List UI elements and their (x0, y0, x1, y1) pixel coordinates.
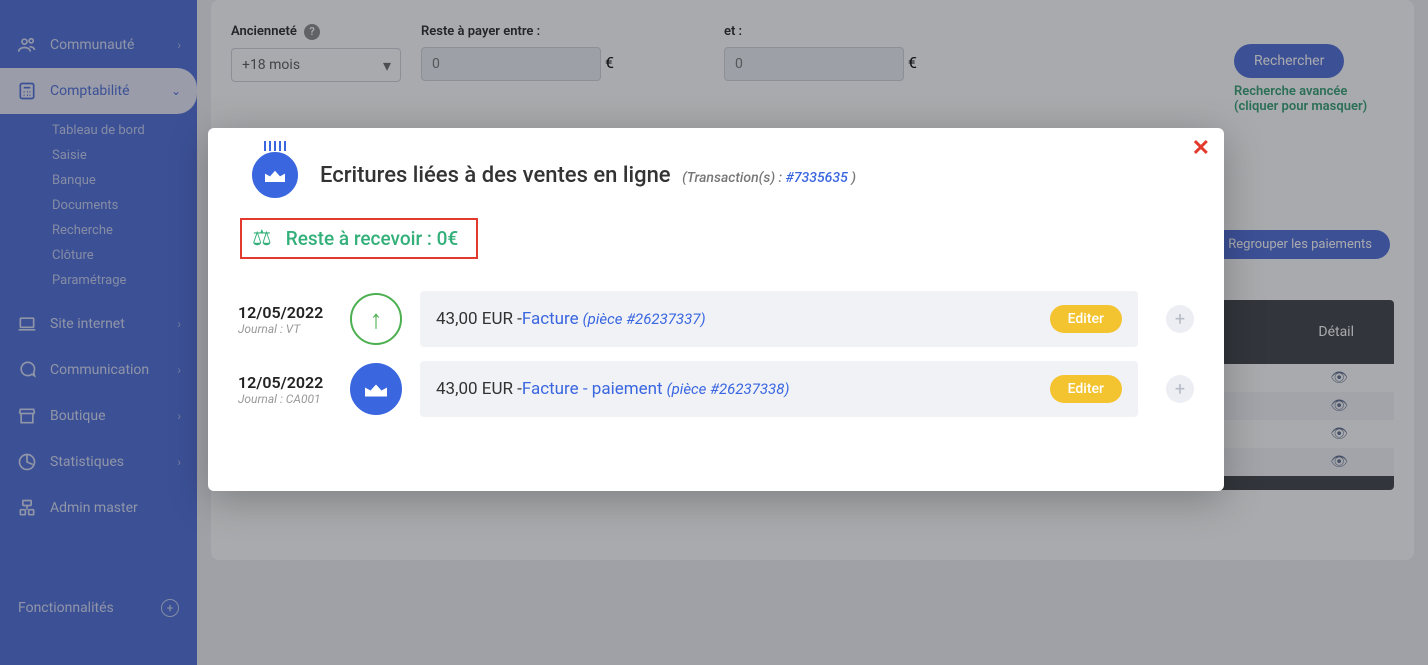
arrow-up-icon: ↑ (350, 293, 402, 345)
sub-prefix: (Transaction(s) : (682, 170, 786, 186)
entry-body: 43,00 EUR - Facture (pièce #26237337) Ed… (420, 291, 1138, 347)
entry-amount: 43,00 EUR - (436, 309, 522, 329)
entry-journal: Journal : VT (238, 322, 332, 336)
entry-body: 43,00 EUR - Facture - paiement (pièce #2… (420, 361, 1138, 417)
modal-header: Ecritures liées à des ventes en ligne (T… (238, 152, 1194, 198)
scale-icon: ⚖ (252, 226, 272, 251)
entry-date: 12/05/2022 (238, 373, 332, 392)
entry-journal: Journal : CA001 (238, 392, 332, 406)
entry-row: 12/05/2022 Journal : VT ↑ 43,00 EUR - Fa… (238, 291, 1194, 347)
expand-icon[interactable]: + (1166, 305, 1194, 333)
entry-piece[interactable]: (pièce #26237337) (583, 310, 706, 328)
entry-link[interactable]: Facture (522, 309, 579, 329)
crown-icon (350, 363, 402, 415)
entry-amount: 43,00 EUR - (436, 379, 522, 399)
edit-button[interactable]: Editer (1050, 375, 1122, 403)
entry-piece[interactable]: (pièce #26237338) (667, 380, 790, 398)
entry-link[interactable]: Facture - paiement (522, 379, 663, 399)
balance-text: Reste à recevoir : 0€ (286, 227, 458, 250)
entry-date: 12/05/2022 (238, 303, 332, 322)
entry-meta: 12/05/2022 Journal : VT (238, 303, 332, 336)
modal-subtitle: (Transaction(s) : #7335635 ) (682, 170, 856, 186)
edit-button[interactable]: Editer (1050, 305, 1122, 333)
sub-suffix: ) (848, 170, 856, 186)
balance-highlight: ⚖ Reste à recevoir : 0€ (240, 218, 478, 259)
expand-icon[interactable]: + (1166, 375, 1194, 403)
transactions-modal: ✕ Ecritures liées à des ventes en ligne … (208, 128, 1224, 491)
title-text: Ecritures liées à des ventes en ligne (320, 163, 671, 188)
modal-title: Ecritures liées à des ventes en ligne (T… (320, 163, 856, 188)
transaction-link[interactable]: #7335635 (786, 170, 848, 186)
entry-row: 12/05/2022 Journal : CA001 43,00 EUR - F… (238, 361, 1194, 417)
close-icon[interactable]: ✕ (1192, 136, 1210, 161)
entry-meta: 12/05/2022 Journal : CA001 (238, 373, 332, 406)
crown-icon (252, 152, 298, 198)
